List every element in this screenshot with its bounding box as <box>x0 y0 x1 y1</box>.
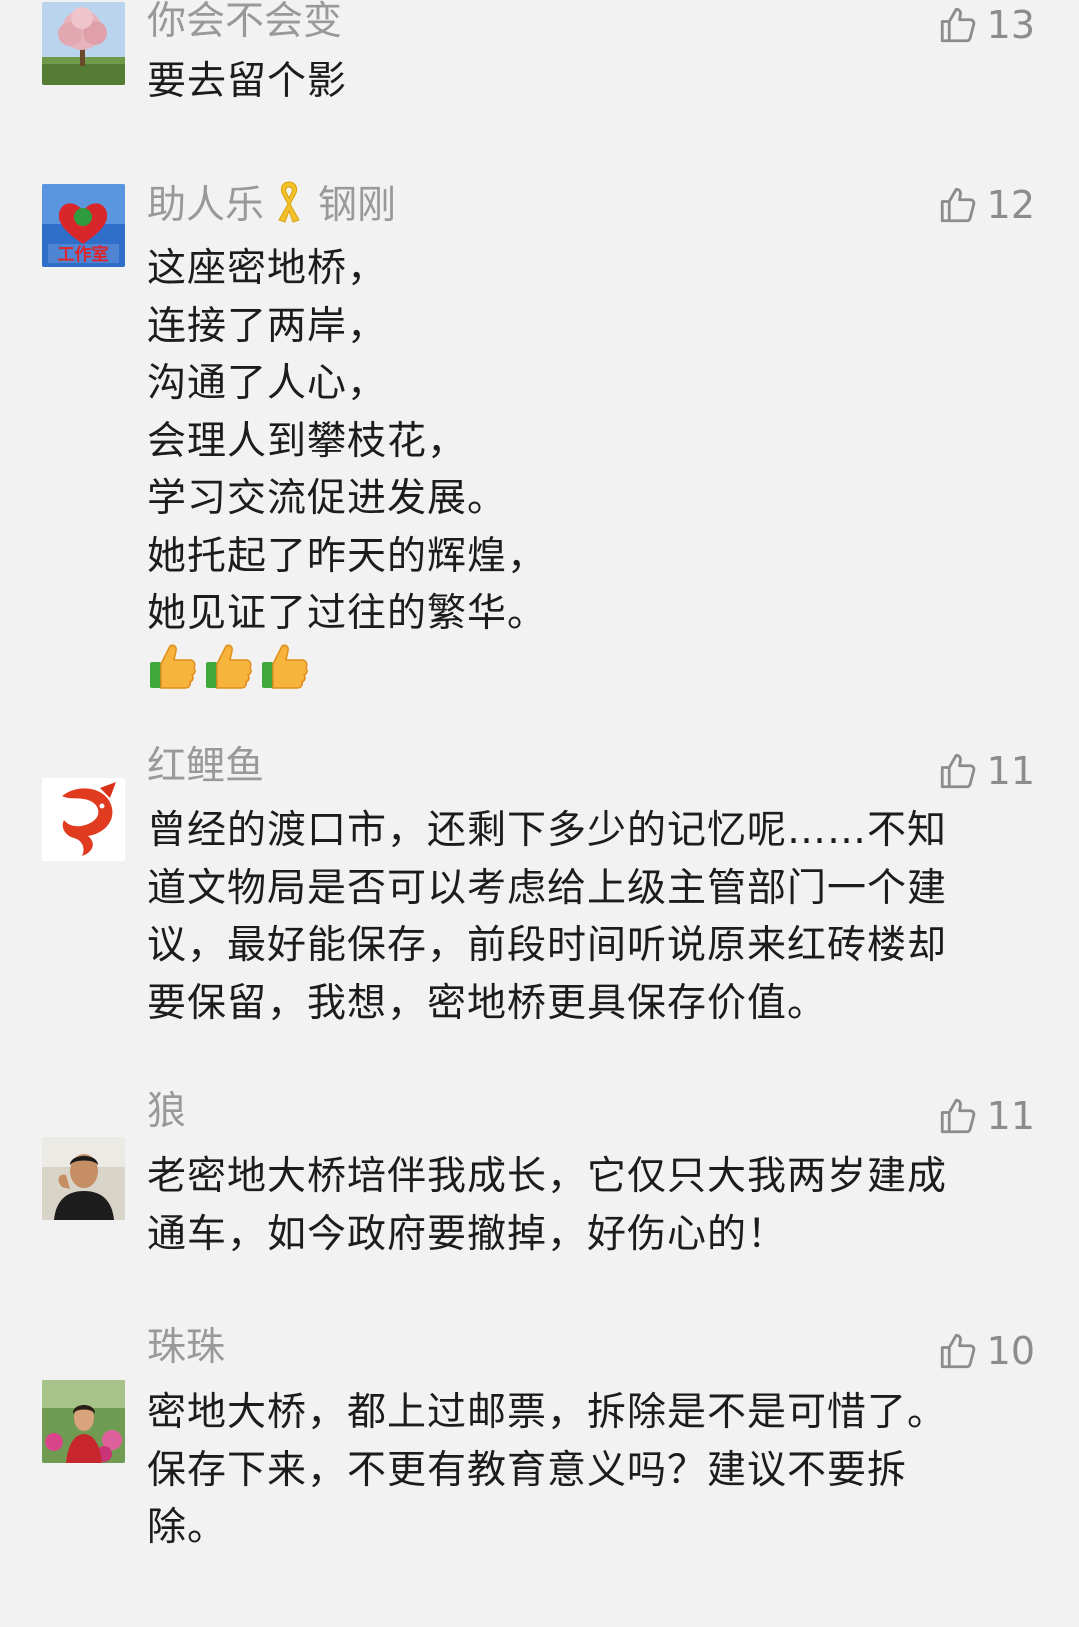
avatar[interactable] <box>42 2 125 85</box>
comment-username[interactable]: 红鲤鱼 <box>147 742 264 792</box>
comment-line: 除。 <box>147 1505 228 1550</box>
comment-line: 议，最好能保存，前段时间听说原来红砖楼却 <box>147 923 948 968</box>
red-koi-avatar <box>42 778 125 861</box>
comment-username[interactable]: 你会不会变 <box>147 0 342 47</box>
thumbs-up-icon <box>940 187 975 223</box>
thumbs-up-icon <box>940 753 975 789</box>
comment-line: 老密地大桥培伴我成长，它仅只大我两岁建成 <box>147 1154 948 1199</box>
thumbs-up-emoji-icon <box>206 644 252 689</box>
comment-line: 要去留个影 <box>147 59 348 104</box>
like-count: 13 <box>986 3 1035 47</box>
avatar[interactable] <box>42 1137 125 1220</box>
comment-line: 学习交流促进发展。 <box>147 476 508 521</box>
yellow-ribbon-icon <box>274 178 304 237</box>
username-primary: 助人乐 <box>147 183 265 228</box>
like-count: 11 <box>986 749 1035 793</box>
comment-line: 连接了两岸， <box>147 303 388 349</box>
comment-line: 沟通了人心， <box>147 361 388 406</box>
like-button[interactable]: 10 <box>937 1326 1035 1376</box>
woman-garden-avatar <box>42 1380 125 1463</box>
avatar[interactable] <box>42 1380 125 1463</box>
thumbs-up-icon <box>940 7 975 43</box>
heart-studio-avatar: 工作室 <box>42 184 125 267</box>
thumbs-up-icon <box>940 1098 975 1134</box>
comment-text: 老密地大桥培伴我成长，它仅只大我两岁建成 通车，如今政府要撤掉，好伤心的！ <box>147 1148 1037 1263</box>
thumbs-up-icon <box>940 1333 975 1369</box>
username-suffix: 钢刚 <box>318 183 397 228</box>
emoji-row <box>148 640 310 692</box>
like-button[interactable]: 11 <box>937 1091 1035 1141</box>
comment-line: 会理人到攀枝花， <box>147 418 468 464</box>
like-count: 10 <box>986 1329 1035 1373</box>
tree-landscape-avatar <box>42 2 125 85</box>
comment-line: 道文物局是否可以考虑给上级主管部门一个建 <box>147 865 948 911</box>
comment-text: 曾经的渡口市，还剩下多少的记忆呢……不知 道文物局是否可以考虑给上级主管部门一个… <box>147 802 1037 1032</box>
comment-line: 这座密地桥， <box>147 246 388 291</box>
like-button[interactable]: 11 <box>937 746 1035 796</box>
like-button[interactable]: 13 <box>937 0 1035 50</box>
avatar-label: 工作室 <box>58 244 109 265</box>
comment-line: 要保留，我想，密地桥更具保存价值。 <box>147 980 828 1026</box>
comment-text: 要去留个影 <box>147 53 1037 111</box>
like-count: 11 <box>986 1094 1035 1138</box>
comment-line: 曾经的渡口市，还剩下多少的记忆呢……不知 <box>147 808 948 853</box>
comment-line: 通车，如今政府要撤掉，好伤心的！ <box>147 1211 788 1257</box>
like-count: 12 <box>986 183 1035 227</box>
comment-username[interactable]: 助人乐 钢刚 <box>147 178 396 237</box>
comment-text: 这座密地桥， 连接了两岸， 沟通了人心， 会理人到攀枝花， 学习交流促进发展。 … <box>147 240 1037 643</box>
thumbs-up-emoji-icon <box>150 644 196 689</box>
comment-username[interactable]: 珠珠 <box>147 1323 225 1373</box>
comment-username[interactable]: 狼 <box>147 1087 186 1137</box>
man-portrait-avatar <box>42 1137 125 1220</box>
like-button[interactable]: 12 <box>937 180 1035 230</box>
avatar[interactable]: 工作室 <box>42 184 125 267</box>
thumbs-up-emoji-icon <box>262 644 308 689</box>
avatar[interactable] <box>42 778 125 861</box>
comment-line: 密地大桥，都上过邮票，拆除是不是可惜了。 <box>147 1390 948 1435</box>
comment-line: 她见证了过往的繁华。 <box>147 591 548 636</box>
comment-line: 她托起了昨天的辉煌， <box>147 533 548 579</box>
comment-text: 密地大桥，都上过邮票，拆除是不是可惜了。 保存下来，不更有教育意义吗？建议不要拆… <box>147 1384 1037 1557</box>
comment-line: 保存下来，不更有教育意义吗？建议不要拆 <box>147 1447 908 1493</box>
